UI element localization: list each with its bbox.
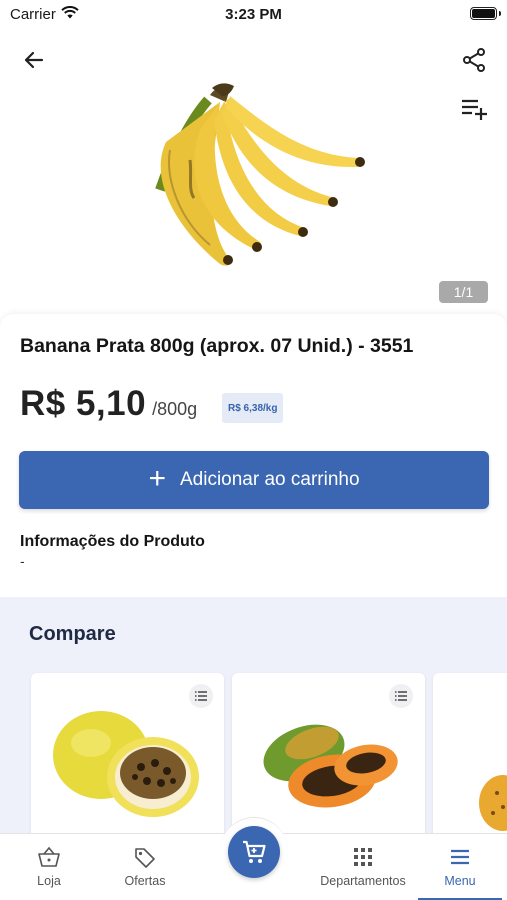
nav-item-ofertas[interactable]: Ofertas [109,834,181,900]
compare-title: Compare [29,623,116,645]
add-to-cart-button[interactable]: + Adicionar ao carrinho [19,451,489,509]
share-button[interactable] [456,42,492,78]
add-to-cart-label: Adicionar ao carrinho [179,469,360,490]
product-info-body: - [20,553,25,569]
nav-label: Ofertas [124,874,166,888]
plus-icon: + [148,461,166,495]
add-to-list-button[interactable] [456,90,492,126]
nav-label: Departamentos [320,874,406,888]
arrow-left-icon [24,51,44,69]
nav-item-loja[interactable]: Loja [14,834,84,900]
product-info-heading: Informações do Produto [20,533,205,550]
price-unit: /800g [152,399,198,419]
nav-label: Menu [444,874,476,888]
grid-icon [354,848,372,866]
menu-icon [451,849,469,865]
product-title: Banana Prata 800g (aprox. 07 Unid.) - 35… [20,335,414,357]
playlist-add-icon [462,99,487,120]
status-time: 3:23 PM [225,6,282,23]
status-bar: Carrier 3:23 PM [0,0,507,30]
share-icon [463,48,485,72]
nav-label: Loja [37,874,61,888]
tag-icon [135,848,155,868]
back-button[interactable] [16,42,52,78]
product-price: R$ 5,10 [20,384,147,423]
product-image[interactable] [130,70,370,280]
image-counter: 1/1 [439,281,488,303]
nav-item-menu[interactable]: Menu [418,834,502,900]
nav-item-departamentos[interactable]: Departamentos [315,834,411,900]
battery-icon [470,7,497,20]
banana-bunch-image [155,83,365,266]
cart-button[interactable] [228,826,280,878]
price-row: R$ 5,10 /800g [20,384,197,424]
price-per-kg-badge: R$ 6,38/kg [222,393,284,423]
basket-icon [38,846,60,867]
cart-icon [243,840,266,863]
